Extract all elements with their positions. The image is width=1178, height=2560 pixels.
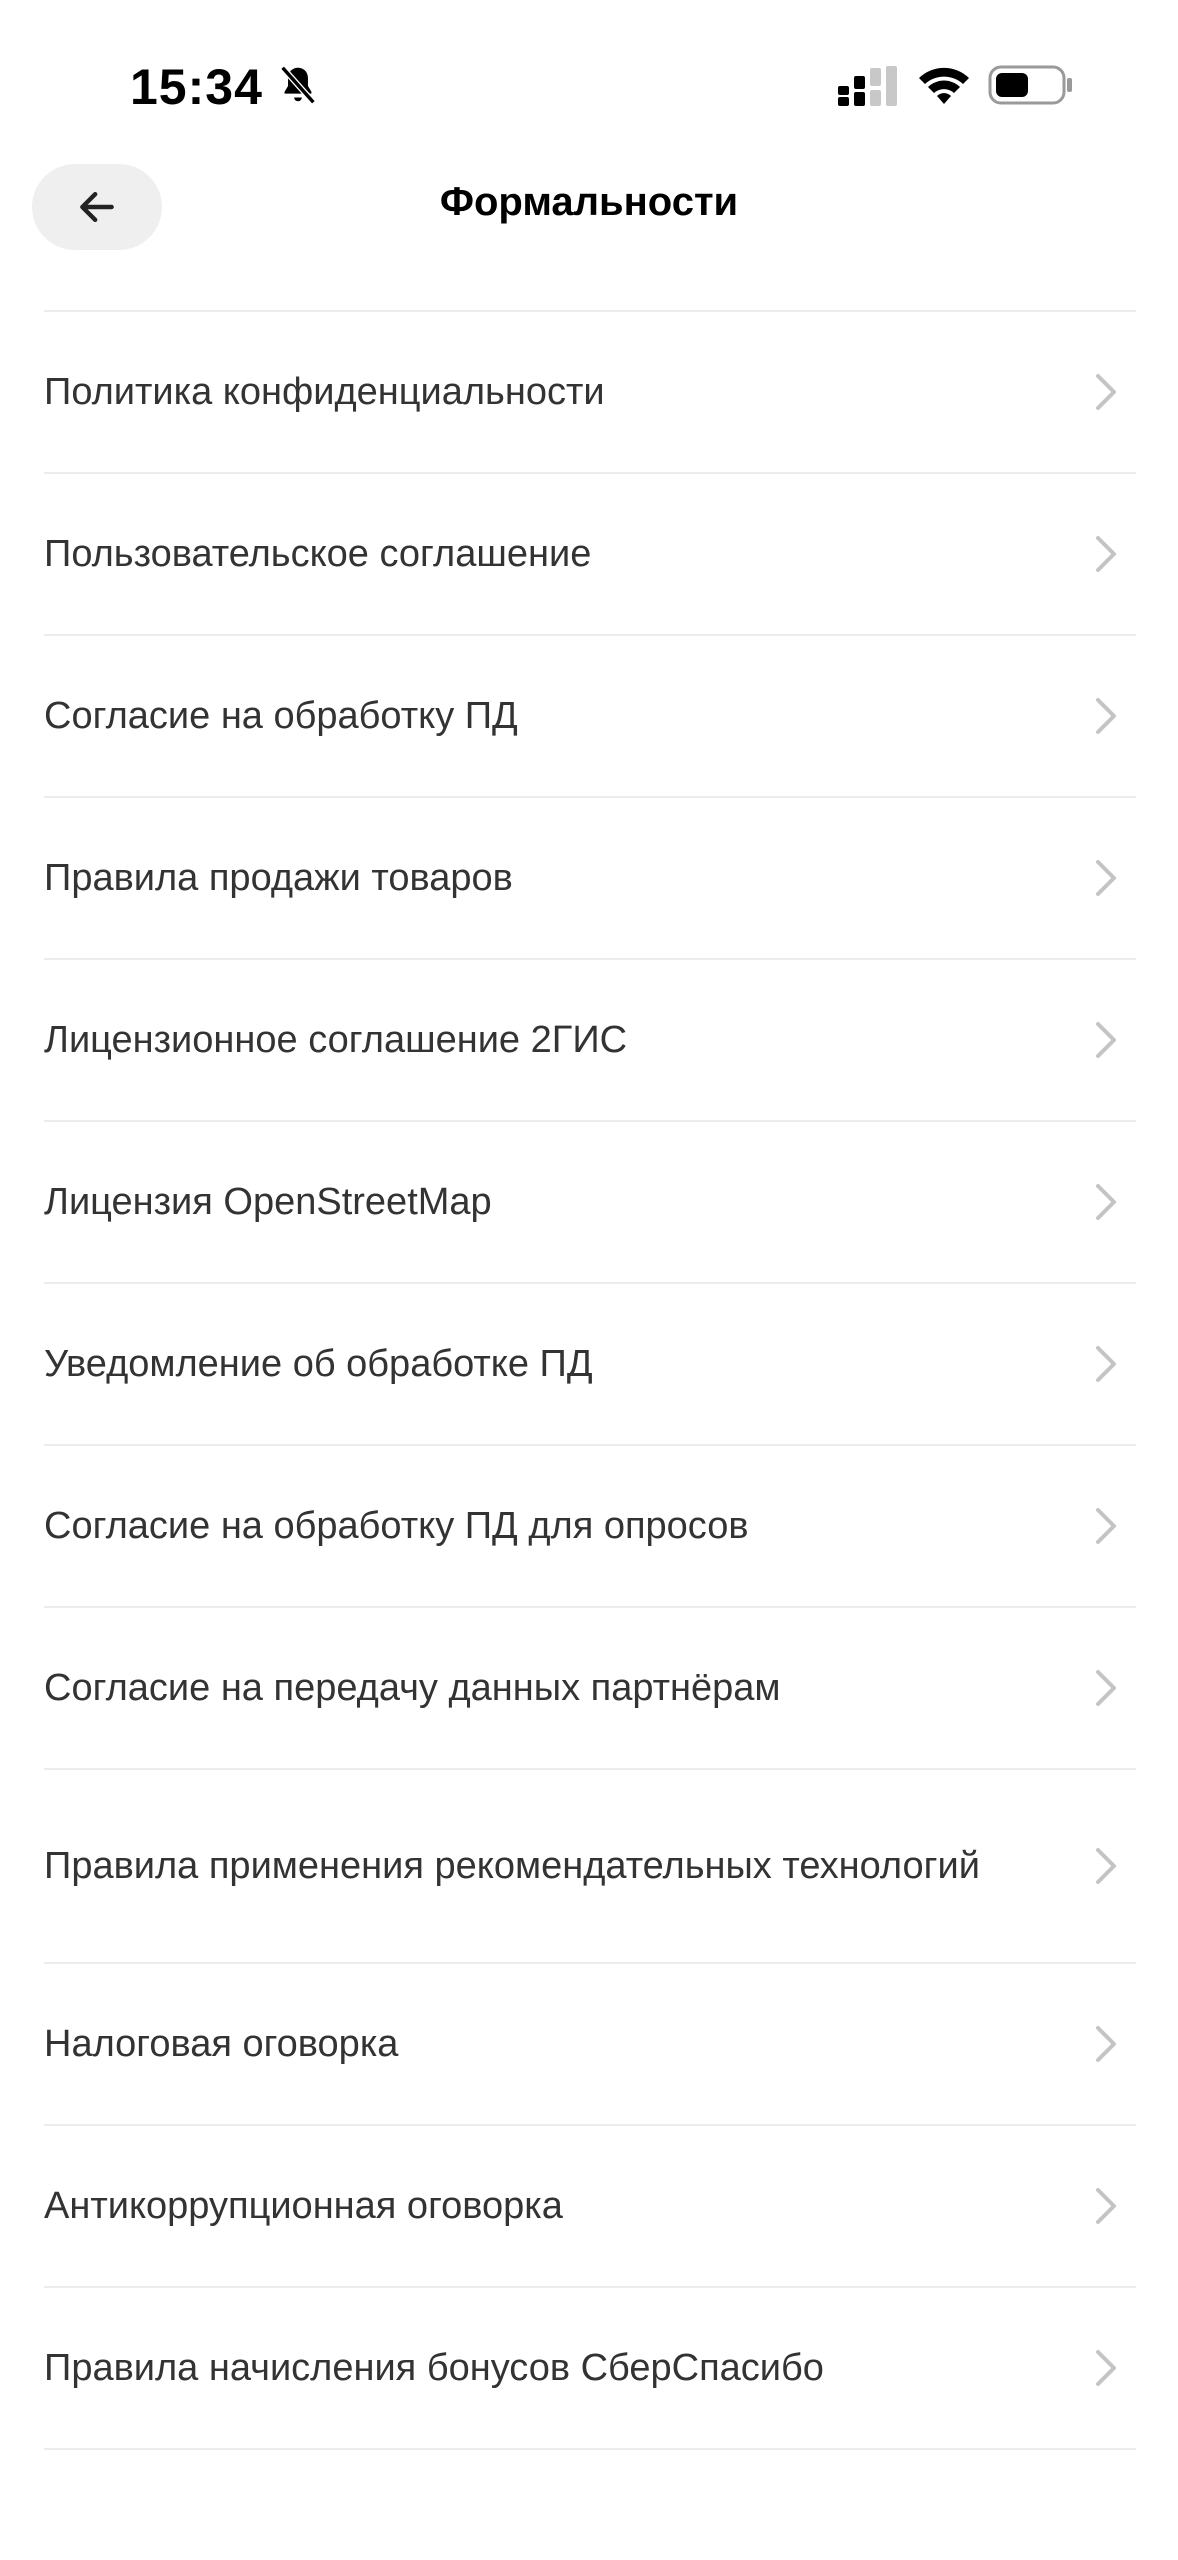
cellular-signal-icon xyxy=(838,66,900,106)
list-item-label: Согласие на передачу данных партнёрам xyxy=(44,1667,781,1709)
list-item-pd-surveys-consent[interactable]: Согласие на обработку ПД для опросов xyxy=(44,1446,1136,1608)
list-item-label: Согласие на обработку ПД xyxy=(44,695,518,737)
chevron-right-icon xyxy=(1096,2350,1116,2386)
chevron-right-icon xyxy=(1096,2188,1116,2224)
chevron-right-icon xyxy=(1096,1346,1116,1382)
chevron-right-icon xyxy=(1096,1184,1116,1220)
list-item-label: Уведомление об обработке ПД xyxy=(44,1343,593,1385)
list-item-recommendation-rules[interactable]: Правила применения рекомендательных техн… xyxy=(44,1770,1136,1964)
chevron-right-icon xyxy=(1096,860,1116,896)
chevron-right-icon xyxy=(1096,1670,1116,1706)
list-item-partner-data-consent[interactable]: Согласие на передачу данных партнёрам xyxy=(44,1608,1136,1770)
list-item-sales-rules[interactable]: Правила продажи товаров xyxy=(44,798,1136,960)
list-item-pd-consent[interactable]: Согласие на обработку ПД xyxy=(44,636,1136,798)
chevron-right-icon xyxy=(1096,2026,1116,2062)
list-item-pd-notice[interactable]: Уведомление об обработке ПД xyxy=(44,1284,1136,1446)
list-item-osm-license[interactable]: Лицензия OpenStreetMap xyxy=(44,1122,1136,1284)
header: Формальности xyxy=(0,150,1178,310)
list-item-2gis-license[interactable]: Лицензионное соглашение 2ГИС xyxy=(44,960,1136,1122)
list-item-anticorruption-clause[interactable]: Антикоррупционная оговорка xyxy=(44,2126,1136,2288)
chevron-right-icon xyxy=(1096,536,1116,572)
list-item-label: Правила применения рекомендательных техн… xyxy=(44,1845,980,1887)
battery-icon xyxy=(988,64,1074,106)
list-item-label: Правила продажи товаров xyxy=(44,857,513,899)
list-item-privacy-policy[interactable]: Политика конфиденциальности xyxy=(44,312,1136,474)
list-item-label: Пользовательское соглашение xyxy=(44,533,592,575)
list-item-sberspasibo-rules[interactable]: Правила начисления бонусов СберСпасибо xyxy=(44,2288,1136,2450)
list-item-user-agreement[interactable]: Пользовательское соглашение xyxy=(44,474,1136,636)
list-item-label: Политика конфиденциальности xyxy=(44,371,605,413)
list-item-label: Антикоррупционная оговорка xyxy=(44,2185,563,2227)
list-item-label: Налоговая оговорка xyxy=(44,2023,399,2065)
chevron-right-icon xyxy=(1096,374,1116,410)
list-item-label: Лицензия OpenStreetMap xyxy=(44,1181,492,1223)
chevron-right-icon xyxy=(1096,1022,1116,1058)
bell-muted-icon xyxy=(275,62,321,108)
chevron-right-icon xyxy=(1096,1508,1116,1544)
list-item-label: Правила начисления бонусов СберСпасибо xyxy=(44,2347,824,2389)
list-item-tax-clause[interactable]: Налоговая оговорка xyxy=(44,1964,1136,2126)
status-time: 15:34 xyxy=(130,59,263,115)
formalities-list: Политика конфиденциальности Пользователь… xyxy=(44,310,1136,2450)
list-item-label: Лицензионное соглашение 2ГИС xyxy=(44,1019,628,1061)
chevron-right-icon xyxy=(1096,1848,1116,1884)
list-item-label: Согласие на обработку ПД для опросов xyxy=(44,1505,749,1547)
status-bar: 15:34 xyxy=(0,0,1178,150)
wifi-icon xyxy=(916,64,972,106)
chevron-right-icon xyxy=(1096,698,1116,734)
page-title: Формальности xyxy=(439,180,739,224)
